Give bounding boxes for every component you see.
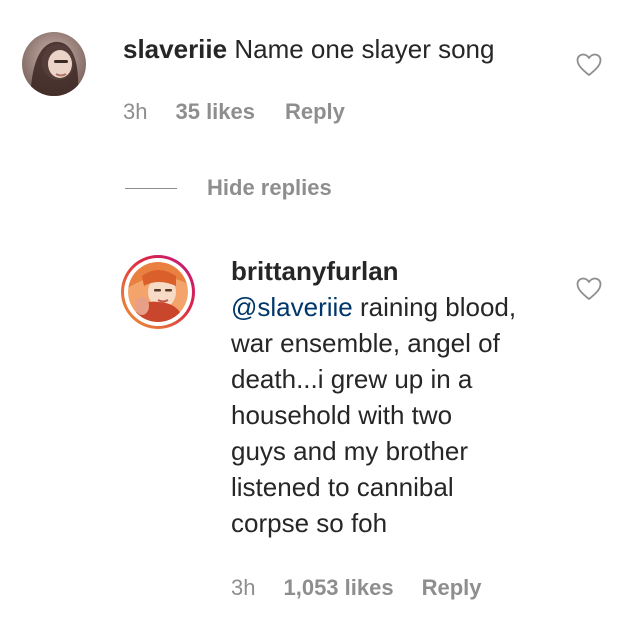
- reply-line: listened to cannibal: [231, 472, 454, 502]
- reply-line: war ensemble, angel of: [231, 328, 500, 358]
- heart-outline-icon[interactable]: [576, 277, 602, 301]
- reply-line: household with two: [231, 400, 453, 430]
- avatar-image: [22, 32, 86, 96]
- comment-username[interactable]: slaveriie: [123, 34, 227, 64]
- comment-reply-button[interactable]: Reply: [285, 99, 345, 125]
- comments-panel: slaveriie Name one slayer song 3h 35 lik…: [0, 0, 622, 626]
- reply-timestamp[interactable]: 3h: [231, 575, 255, 601]
- reply-likes[interactable]: 1,053 likes: [283, 575, 393, 601]
- divider: [125, 187, 177, 189]
- reply-reply-button[interactable]: Reply: [422, 575, 482, 601]
- reply-line: raining blood,: [352, 292, 517, 322]
- avatar[interactable]: [22, 32, 86, 96]
- comment-body: slaveriie Name one slayer song: [123, 31, 563, 67]
- comment-meta: 3h 35 likes Reply: [123, 98, 345, 126]
- mention-link[interactable]: @slaveriie: [231, 292, 353, 322]
- reply-line: corpse so foh: [231, 508, 388, 538]
- reply-line: guys and my brother: [231, 436, 469, 466]
- reply-line: death...i grew up in a: [231, 364, 473, 394]
- comment-likes[interactable]: 35 likes: [175, 99, 255, 125]
- heart-outline-icon[interactable]: [576, 53, 602, 77]
- reply-body: brittanyfurlan @slaveriie raining blood,…: [231, 253, 561, 541]
- story-ring-avatar[interactable]: [121, 255, 195, 329]
- reply-meta: 3h 1,053 likes Reply: [231, 574, 482, 602]
- comment-text: Name one slayer song: [234, 34, 495, 64]
- comment-timestamp[interactable]: 3h: [123, 99, 147, 125]
- reply-username[interactable]: brittanyfurlan: [231, 253, 561, 289]
- hide-replies-button[interactable]: Hide replies: [125, 174, 332, 202]
- reply-text: @slaveriie raining blood, war ensemble, …: [231, 289, 561, 541]
- hide-replies-label: Hide replies: [207, 175, 332, 200]
- avatar-image: [128, 262, 188, 322]
